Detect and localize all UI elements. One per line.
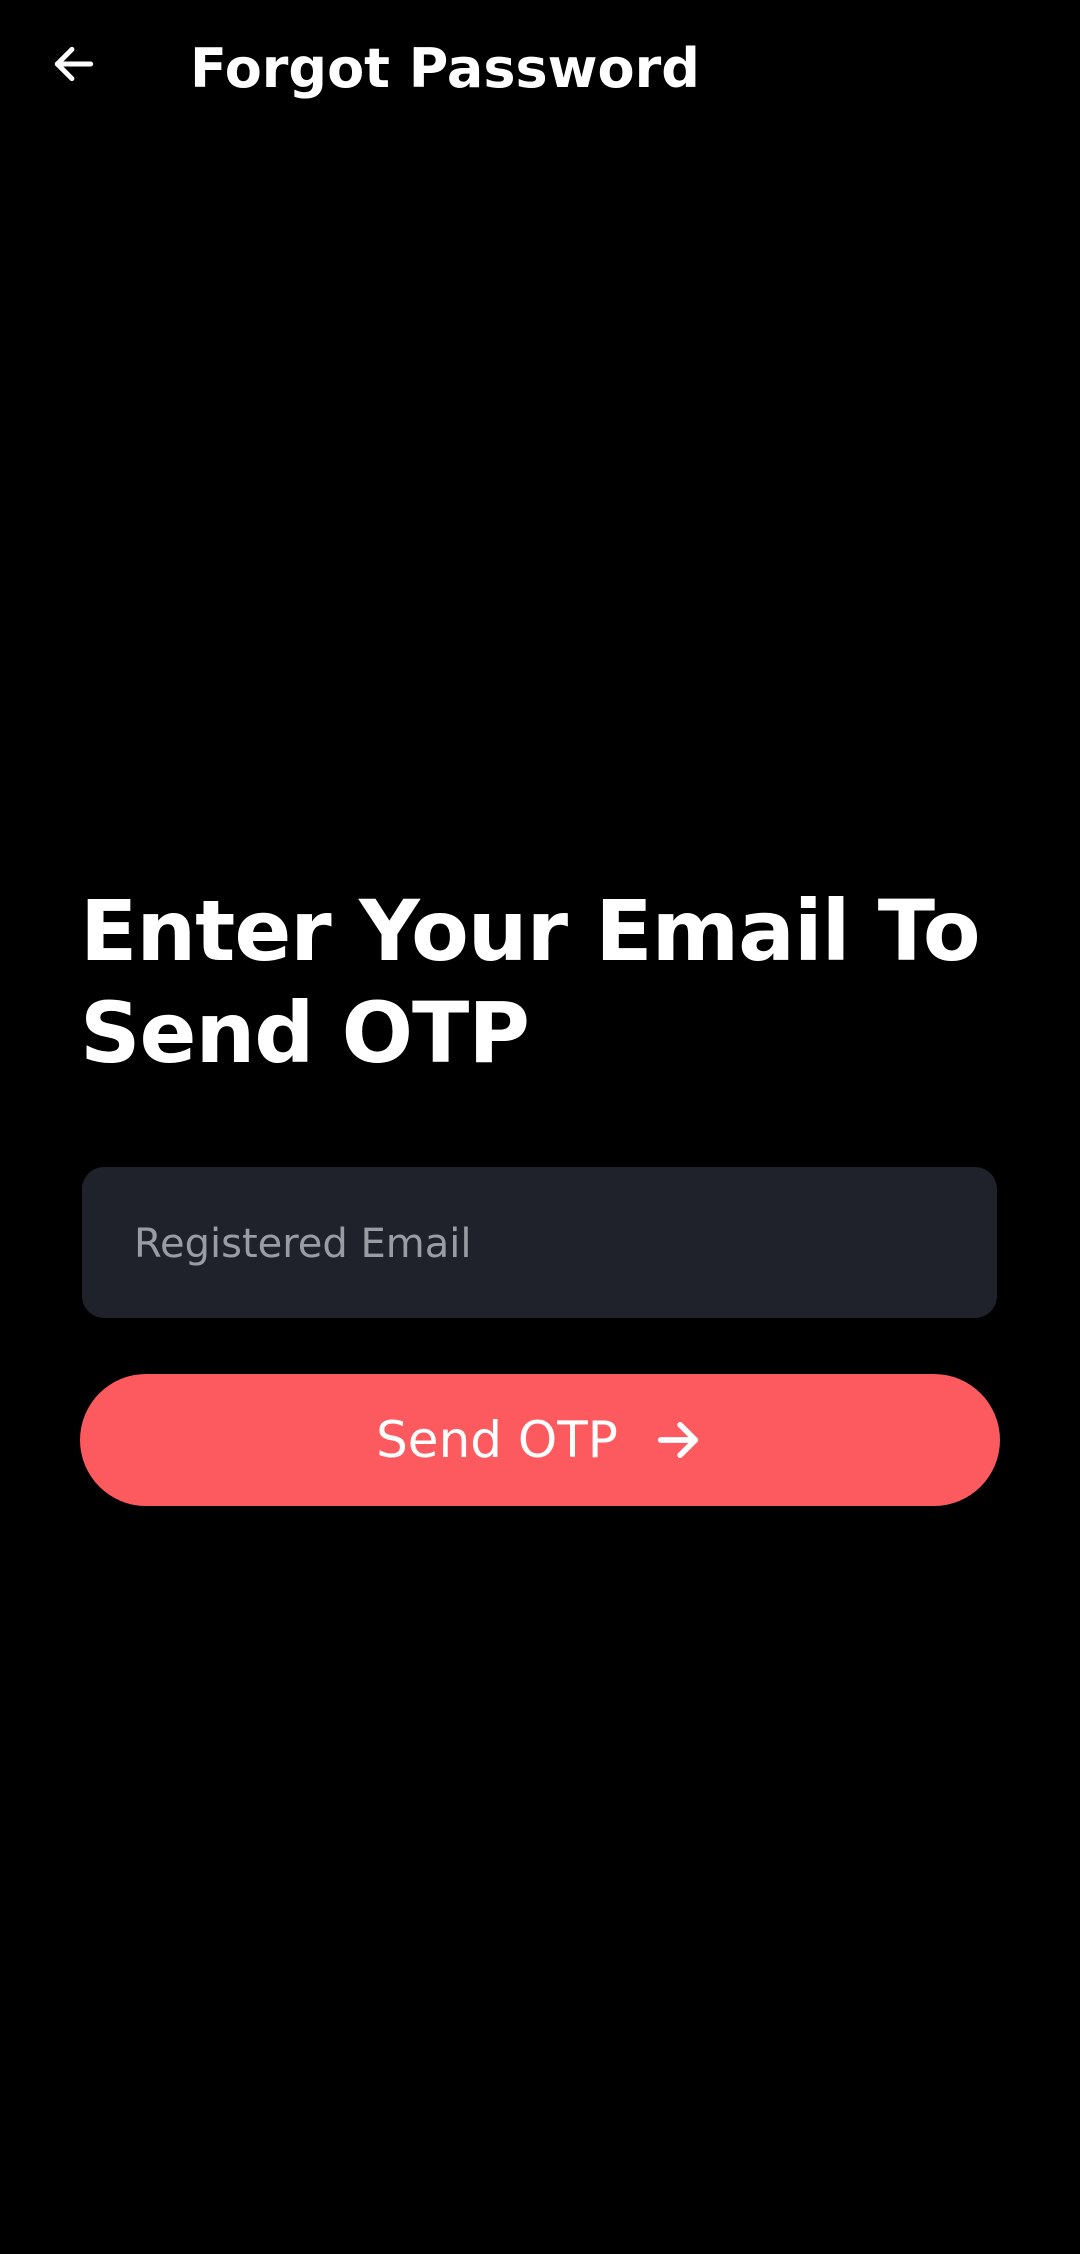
arrow-right-icon	[652, 1414, 704, 1466]
app-bar: Forgot Password	[0, 0, 1080, 140]
send-otp-label: Send OTP	[376, 1411, 618, 1469]
heading-line-2: Send OTP	[80, 984, 530, 1082]
arrow-left-icon	[49, 39, 99, 93]
back-button[interactable]	[36, 28, 112, 104]
heading: Enter Your Email To Send OTP	[80, 880, 981, 1084]
send-otp-button[interactable]: Send OTP	[80, 1374, 1000, 1506]
heading-line-1: Enter Your Email To	[80, 882, 981, 980]
page-title: Forgot Password	[190, 37, 700, 100]
email-field[interactable]	[82, 1167, 997, 1320]
email-input[interactable]	[132, 1167, 951, 1320]
